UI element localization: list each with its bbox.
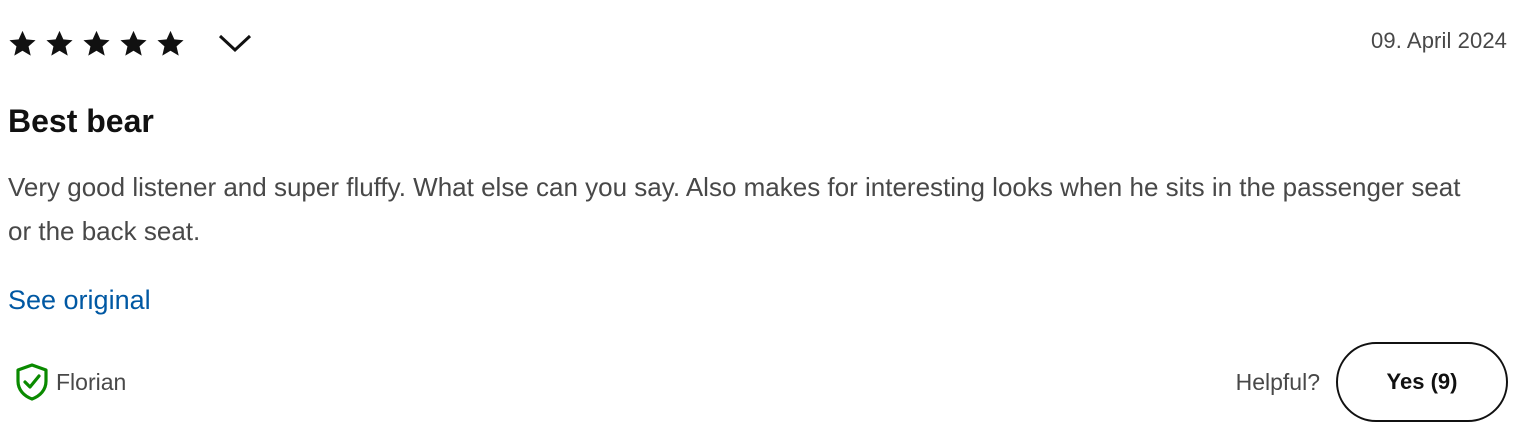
rating-details-toggle[interactable] (218, 26, 252, 60)
helpful-yes-button[interactable]: Yes (9) (1336, 342, 1508, 422)
star-icon (120, 30, 147, 56)
helpful-section: Helpful? Yes (9) (1236, 342, 1508, 422)
see-original-link[interactable]: See original (8, 285, 151, 316)
star-icon (9, 30, 36, 56)
star-icon (46, 30, 73, 56)
star-rating (8, 29, 185, 58)
review-card: 09. April 2024 Best bear Very good liste… (0, 0, 1528, 440)
rating-row (8, 26, 252, 60)
chevron-down-icon (218, 34, 252, 53)
star-icon (83, 30, 110, 56)
helpful-label: Helpful? (1235, 368, 1320, 395)
reviewer-name: Florian (56, 368, 127, 395)
verified-shield-icon (16, 363, 48, 401)
review-body: Very good listener and super fluffy. Wha… (8, 172, 1461, 246)
review-date: 09. April 2024 (1371, 28, 1507, 53)
reviewer: Florian (14, 362, 126, 402)
review-title: Best bear (8, 103, 154, 139)
star-icon (157, 30, 184, 56)
